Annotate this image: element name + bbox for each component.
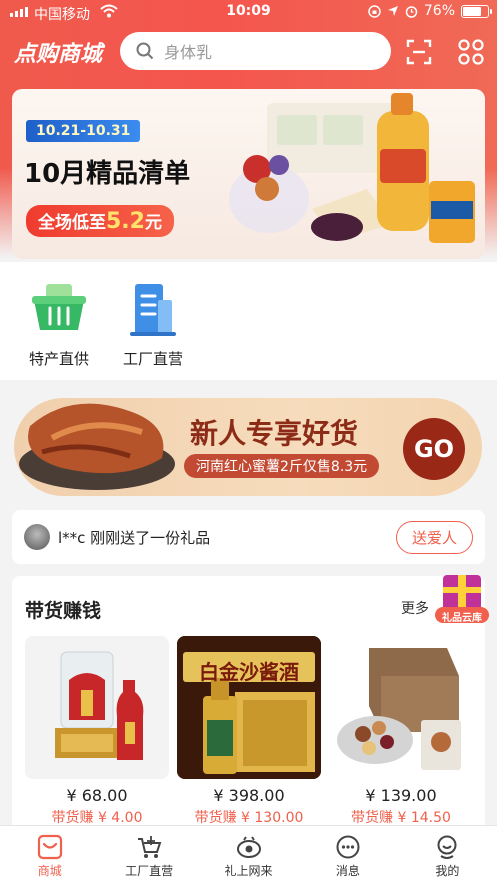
product-image (329, 636, 473, 779)
section-heading: 带货赚钱 (25, 600, 102, 622)
category-label: 特产直供 (28, 350, 89, 368)
tab-label: 商城 (37, 864, 62, 878)
building-icon (130, 284, 176, 336)
category-grid-icon[interactable] (458, 39, 484, 65)
basket-icon (32, 284, 86, 330)
tab-label: 消息 (335, 864, 360, 878)
promo-banner[interactable]: 10.21-10.31 10月精品清单 全场低至5.2元 (12, 89, 485, 259)
gift-notice: l**c 刚刚送了一份礼品 送爱人 (12, 510, 485, 564)
message-icon (336, 835, 360, 859)
product-price: ¥ 398.00 (213, 786, 285, 805)
tab-mall[interactable]: 商城 (0, 826, 99, 883)
product-price: ¥ 68.00 (66, 786, 128, 805)
product-image: 白金沙酱酒 (177, 636, 321, 779)
sweet-potato-illustration (19, 403, 175, 490)
avatar (24, 524, 50, 550)
bottom-tab-bar: 商城 工厂直营 礼上网来 消息 我的 (0, 825, 497, 883)
tab-gift-online[interactable]: 礼上网来 (199, 826, 298, 883)
product-card[interactable]: ¥ 139.00 带货赚 ¥ 14.50 (329, 636, 473, 827)
category-factory[interactable]: 工厂直营 (108, 278, 198, 369)
product-price: ¥ 139.00 (365, 786, 437, 805)
mall-icon (37, 834, 62, 860)
battery-icon (461, 4, 492, 18)
gift-cloud-badge[interactable]: 礼品云库 (433, 571, 491, 627)
bottle-label: 白金沙酱酒 (199, 660, 299, 684)
category-row: 特产直供 工厂直营 (0, 262, 497, 380)
category-label: 工厂直营 (122, 350, 183, 368)
scan-icon[interactable] (406, 39, 432, 65)
category-specialty[interactable]: 特产直供 (14, 278, 104, 369)
product-card[interactable]: ¥ 68.00 带货赚 ¥ 4.00 (25, 636, 169, 827)
send-gift-button[interactable]: 送爱人 (395, 521, 473, 554)
status-bar: 中国移动 10:09 76% (0, 0, 497, 26)
more-link[interactable]: 更多 (401, 598, 429, 618)
banner-title: 10月精品清单 (24, 159, 191, 189)
product-earn: 带货赚 ¥ 14.50 (351, 810, 451, 826)
eye-icon (236, 836, 261, 858)
tab-label: 我的 (435, 864, 460, 878)
product-card[interactable]: 白金沙酱酒 ¥ 398.00 带货赚 ¥ 130.00 (177, 636, 321, 827)
profile-icon (437, 835, 457, 859)
lock-rotation-icon (368, 4, 381, 18)
new-user-banner[interactable]: 新人专享好货 河南红心蜜薯2斤仅售8.3元 GO (14, 398, 482, 496)
tab-label: 礼上网来 (224, 864, 273, 878)
gift-badge-label: 礼品云库 (442, 613, 482, 624)
product-image (25, 636, 169, 779)
alarm-icon (405, 5, 418, 18)
goods-section: 带货赚钱 更多 ¥ 68.00 带货赚 ¥ 4.00 白金沙酱酒 ¥ 398.0… (12, 576, 485, 836)
battery-percent: 76% (423, 3, 455, 19)
banner-date: 10.21-10.31 (26, 120, 141, 142)
notice-text: l**c 刚刚送了一份礼品 (58, 529, 211, 547)
product-earn: 带货赚 ¥ 4.00 (51, 810, 143, 826)
search-placeholder: 身体乳 (164, 43, 213, 62)
tab-factory[interactable]: 工厂直营 (99, 826, 198, 883)
go-button[interactable]: GO (403, 418, 465, 480)
tab-profile[interactable]: 我的 (398, 826, 497, 883)
tab-messages[interactable]: 消息 (298, 826, 397, 883)
cart-icon (138, 836, 162, 858)
product-earn: 带货赚 ¥ 130.00 (194, 810, 304, 826)
brand-logo: 点购商城 (14, 42, 103, 67)
new-user-subtitle: 河南红心蜜薯2斤仅售8.3元 (184, 454, 380, 478)
search-bar[interactable]: 身体乳 (120, 32, 391, 70)
tab-label: 工厂直营 (125, 864, 174, 878)
banner-promo: 全场低至5.2元 (26, 205, 174, 237)
search-icon (136, 42, 154, 60)
new-user-title: 新人专享好货 (190, 417, 359, 450)
location-icon (387, 6, 398, 16)
banner-products-illustration (229, 93, 475, 243)
